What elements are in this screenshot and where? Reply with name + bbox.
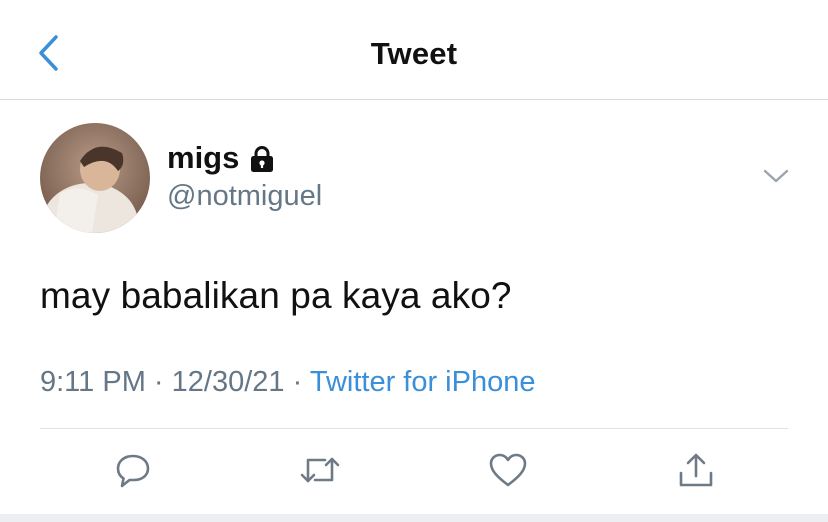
lock-icon: [249, 145, 275, 173]
heart-icon: [488, 452, 528, 493]
retweet-icon: [299, 452, 341, 493]
retweet-button[interactable]: [298, 450, 342, 494]
display-name[interactable]: migs: [167, 140, 239, 176]
meta-separator: ·: [153, 366, 164, 398]
share-icon: [677, 451, 715, 494]
tweet-source-link[interactable]: Twitter for iPhone: [310, 366, 536, 398]
tweet-time: 9:11 PM: [40, 366, 146, 398]
more-options-button[interactable]: [760, 164, 792, 192]
tweet-date: 12/30/21: [171, 366, 285, 398]
reply-button[interactable]: [111, 450, 155, 494]
tweet-meta: 9:11 PM · 12/30/21 · Twitter for iPhone: [40, 366, 535, 399]
user-handle[interactable]: @notmiguel: [167, 180, 322, 213]
reply-icon: [114, 451, 152, 494]
tweet-text: may babalikan pa kaya ako?: [40, 275, 512, 316]
avatar[interactable]: [40, 123, 150, 233]
like-button[interactable]: [486, 450, 530, 494]
bottom-separator-band: [0, 514, 828, 522]
header-bar: Tweet: [0, 0, 828, 100]
chevron-down-icon: [762, 167, 790, 190]
meta-separator: ·: [292, 366, 303, 398]
page-title: Tweet: [370, 36, 458, 71]
share-button[interactable]: [674, 450, 718, 494]
divider: [40, 428, 788, 429]
author-name-row: migs: [167, 138, 275, 178]
